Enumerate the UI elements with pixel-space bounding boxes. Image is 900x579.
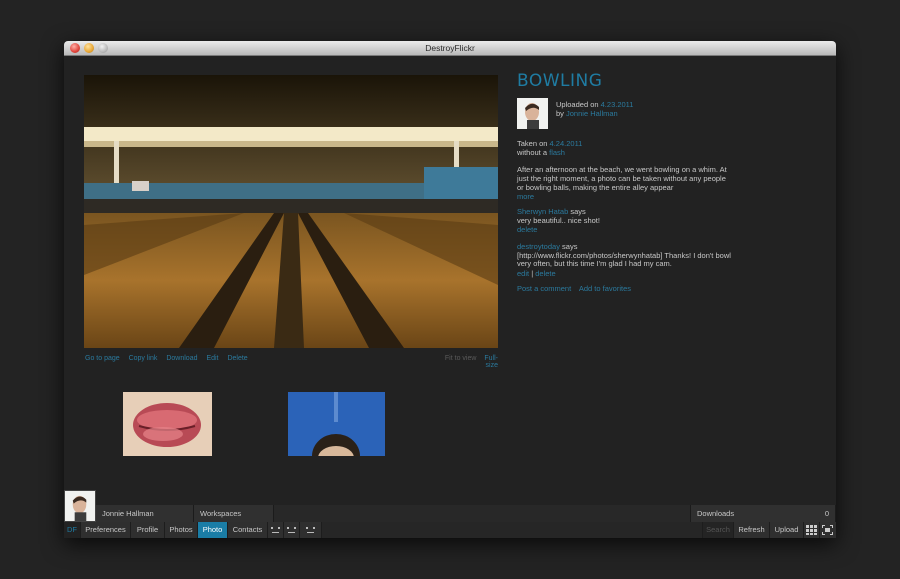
comment-item: destroytoday says [http://www.flickr.com… — [517, 242, 732, 278]
grid-icon — [806, 525, 817, 535]
flash-link[interactable]: flash — [549, 148, 565, 157]
face-icon — [271, 527, 280, 533]
uploaded-label: Uploaded on — [556, 100, 599, 109]
df-button[interactable]: DF — [64, 522, 81, 538]
thumbnail-sky[interactable] — [288, 392, 385, 456]
without-label: without a — [517, 148, 548, 157]
taken-date-link[interactable]: 4.24.2011 — [550, 139, 583, 148]
taken-label: Taken on — [517, 139, 548, 148]
uploader-info: Uploaded on 4.23.2011 by Jonnie Hallman — [517, 98, 732, 130]
sky-thumbnail-image — [288, 392, 385, 456]
user-name-cell[interactable]: Jonnie Hallman — [96, 505, 194, 522]
contacts-tab[interactable]: Contacts — [228, 522, 268, 538]
profile-tab[interactable]: Profile — [131, 522, 165, 538]
avatar-image — [65, 491, 95, 521]
upload-button[interactable]: Upload — [770, 522, 804, 538]
download-link[interactable]: Download — [166, 355, 197, 362]
more-link[interactable]: more — [517, 192, 732, 201]
comment-text: very beautiful.. nice shot! — [517, 215, 600, 225]
uploader-avatar[interactable] — [517, 98, 548, 129]
comment-author-link[interactable]: destroytoday — [517, 242, 560, 251]
photo-description: After an afternoon at the beach, we went… — [517, 165, 732, 201]
go-to-page-link[interactable]: Go to page — [85, 355, 120, 362]
description-text: After an afternoon at the beach, we went… — [517, 165, 727, 192]
downloads-cell[interactable]: Downloads 0 — [691, 505, 836, 522]
downloads-count: 0 — [824, 509, 829, 518]
says-label: says — [570, 207, 586, 216]
nav-bar: DF Preferences Profile Photos Photo Cont… — [64, 522, 836, 538]
comment-actions: edit | delete — [517, 269, 732, 278]
edit-link[interactable]: Edit — [206, 355, 218, 362]
fullscreen-icon — [822, 525, 833, 535]
comment-bottom-actions: Post a comment Add to favorites — [517, 284, 732, 293]
workspaces-cell[interactable]: Workspaces — [194, 505, 274, 522]
delete-comment-link[interactable]: delete — [517, 225, 537, 234]
workspace-slot-1[interactable] — [268, 522, 284, 538]
by-label: by — [556, 109, 564, 118]
window-title: DestroyFlickr — [425, 43, 475, 53]
photos-tab[interactable]: Photos — [165, 522, 198, 538]
fullscreen-button[interactable] — [820, 522, 836, 538]
photo-details: BOWLING Uploaded on 4.23.2011 by Jonnie … — [517, 71, 732, 293]
face-icon — [306, 527, 315, 533]
user-avatar[interactable] — [64, 490, 96, 522]
comment-text: [http://www.flickr.com/photos/sherwynhat… — [517, 250, 731, 269]
avatar-image — [517, 98, 548, 129]
main-photo[interactable] — [84, 75, 498, 348]
status-bar: Jonnie Hallman Workspaces Downloads 0 — [64, 505, 836, 522]
view-actions: Fit to view Full-size — [428, 355, 498, 369]
photo-title: BOWLING — [517, 71, 603, 91]
full-size-link[interactable]: Full-size — [484, 355, 498, 369]
uploader-name-link[interactable]: Jonnie Hallman — [566, 109, 618, 118]
photo-meta: Taken on 4.24.2011 without a flash — [517, 139, 732, 157]
delete-comment-link[interactable]: delete — [535, 269, 555, 278]
app-window: DestroyFlickr Go to page Copy link Downl… — [64, 41, 836, 538]
title-bar: DestroyFlickr — [64, 41, 836, 56]
grid-view-button[interactable] — [804, 522, 820, 538]
lips-thumbnail-image — [123, 392, 212, 456]
refresh-button[interactable]: Refresh — [734, 522, 770, 538]
post-comment-link[interactable]: Post a comment — [517, 284, 571, 293]
uploader-text: Uploaded on 4.23.2011 by Jonnie Hallman — [556, 100, 633, 118]
face-icon — [287, 527, 296, 533]
fit-to-view-link[interactable]: Fit to view — [445, 355, 477, 362]
copy-link-link[interactable]: Copy link — [129, 355, 158, 362]
comment-item: Sherwyn Hatab says very beautiful.. nice… — [517, 207, 732, 234]
nav-spacer — [322, 522, 703, 538]
preferences-tab[interactable]: Preferences — [81, 522, 131, 538]
comment-author-link[interactable]: Sherwyn Hatab — [517, 207, 568, 216]
edit-comment-link[interactable]: edit — [517, 269, 529, 278]
thumbnail-lips[interactable] — [123, 392, 212, 456]
uploaded-date-link[interactable]: 4.23.2011 — [601, 100, 634, 109]
workspace-slot-3[interactable] — [300, 522, 322, 538]
says-label: says — [562, 242, 578, 252]
workspace-slot-2[interactable] — [284, 522, 300, 538]
status-spacer — [274, 505, 691, 522]
photo-tab[interactable]: Photo — [198, 522, 228, 538]
delete-link[interactable]: Delete — [227, 355, 247, 362]
search-input[interactable]: Search — [703, 522, 734, 538]
add-favorites-link[interactable]: Add to favorites — [579, 284, 631, 293]
downloads-label: Downloads — [697, 509, 735, 518]
photo-actions: Go to page Copy link Download Edit Delet… — [85, 355, 255, 362]
separator: | — [531, 268, 534, 278]
bowling-alley-photo — [84, 75, 498, 348]
comment-actions: delete — [517, 225, 732, 234]
